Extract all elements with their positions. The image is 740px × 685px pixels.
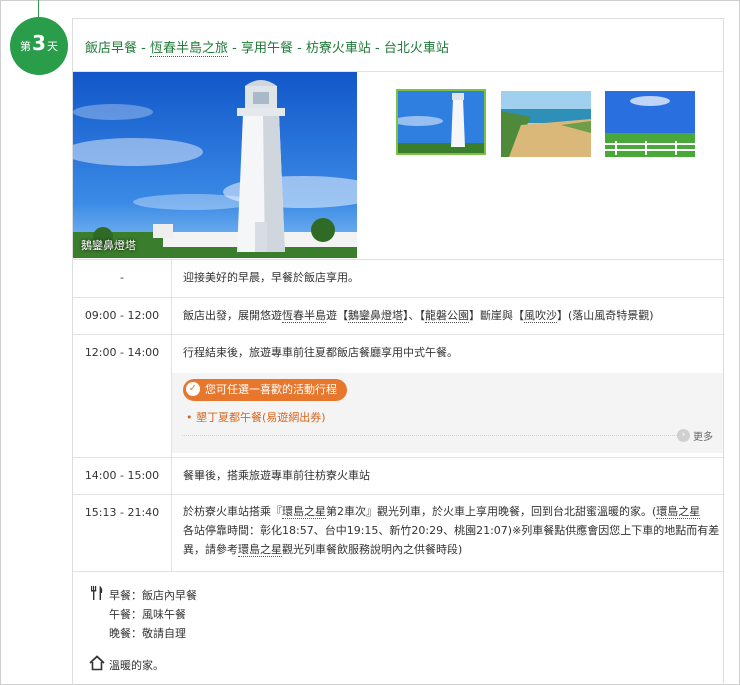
row-time: 14:00 - 15:00 [84,469,160,482]
row-description: 於枋寮火車站搭乘『環島之星第2車次』觀光列車，於火車上享用晚餐，回到台北甜蜜溫暖… [183,502,720,559]
column-divider [171,298,172,335]
desc-text: 】、【 [403,309,425,322]
link-hengchun[interactable]: 恆春半島 [282,309,326,323]
row-description: 行程結束後，旅遊專車前往夏都飯店餐廳享用中式午餐。 [183,346,458,359]
dinner-text: 晚餐：敬請自理 [109,627,186,640]
home-icon [89,655,105,671]
optional-activity-button[interactable]: ✓ 您可任選一喜歡的活動行程 [183,379,347,401]
desc-text: 各站停靠時間：彰化18:57、台中19:15、新竹20:29、桃園21:07)※… [183,524,720,537]
thumbnail-lighthouse[interactable] [396,89,486,155]
column-divider [171,458,172,495]
itinerary-row: 14:00 - 15:00 餐畢後，搭乘旅遊專車前往枋寮火車站 [73,457,723,495]
row-time: 09:00 - 12:00 [84,309,160,322]
link-longpan-park[interactable]: 龍磐公園 [425,309,469,323]
lunch-text: 午餐：風味午餐 [109,608,186,621]
more-link[interactable]: › 更多 [677,428,713,443]
row-description: 迎接美好的早晨，早餐於飯店享用。 [183,271,359,284]
row-description: 餐畢後，搭乘旅遊專車前往枋寮火車站 [183,469,370,482]
chevron-right-icon: › [677,429,690,442]
row-description: 飯店出發，展開悠遊恆春半島遊【鵝鑾鼻燈塔】、【龍磐公園】斷崖與【風吹沙】(落山風… [183,306,713,325]
lodging-text: 溫暖的家。 [109,659,164,672]
more-label: 更多 [693,432,713,443]
title-text-2: - 享用午餐 - 枋寮火車站 - 台北火車站 [227,41,449,56]
desc-text: 飯店出發，展開悠遊 [183,309,282,322]
itinerary-row: 12:00 - 14:00 行程結束後，旅遊專車前往夏都飯店餐廳享用中式午餐。 … [73,334,723,458]
itinerary-row: - 迎接美好的早晨，早餐於飯店享用。 [73,259,723,298]
divider [182,435,683,436]
day-prefix: 第 [20,40,32,53]
desc-text: 於枋寮火車站搭乘『 [183,505,282,518]
timeline-line [38,0,39,18]
link-formosa-star[interactable]: 環島之星 [282,505,326,519]
desc-text: 遊【 [326,309,348,322]
link-formosa-star[interactable]: 環島之星 [656,505,701,519]
column-divider [171,495,172,571]
hero-image[interactable]: 鵝鑾鼻燈塔 [73,72,357,258]
desc-text: 】(落山風奇特景觀) [557,309,654,322]
thumbnail-grassland[interactable] [605,91,695,157]
option-label: 您可任選一喜歡的活動行程 [205,383,337,396]
row-time: 12:00 - 14:00 [84,346,160,359]
title-text-1: 飯店早餐 - [85,41,150,56]
column-divider [171,260,172,298]
check-icon: ✓ [186,382,200,396]
thumbnail-coast[interactable] [501,91,591,157]
link-fengchuisha[interactable]: 風吹沙 [524,309,557,323]
desc-text: 第2車次』觀光列車，於火車上享用晚餐，回到台北甜蜜溫暖的家。( [326,505,657,518]
desc-text: 觀光列車餐飲服務說明內之供餐時段) [282,543,463,556]
link-eluanbi-lighthouse[interactable]: 鵝鑾鼻燈塔 [348,309,403,323]
day-card: 飯店早餐 - 恆春半島之旅 - 享用午餐 - 枋寮火車站 - 台北火車站 鵝鑾鼻… [72,18,724,685]
day-suffix: 天 [46,40,58,53]
fork-knife-icon [91,586,103,600]
breakfast-text: 早餐：飯店內早餐 [109,589,197,602]
desc-text: 】斷崖與【 [469,309,524,322]
day-badge: 第 3 天 [10,17,68,75]
row-time: - [120,271,124,284]
link-formosa-star[interactable]: 環島之星 [238,543,282,557]
day-number: 3 [32,31,46,55]
itinerary-row: 15:13 - 21:40 於枋寮火車站搭乘『環島之星第2車次』觀光列車，於火車… [73,494,723,572]
day-title: 飯店早餐 - 恆春半島之旅 - 享用午餐 - 枋寮火車站 - 台北火車站 [85,37,449,57]
row-time: 15:13 - 21:40 [84,506,160,519]
hero-caption: 鵝鑾鼻燈塔 [81,239,136,252]
optional-activity-box: ✓ 您可任選一喜歡的活動行程 • 墾丁夏都午餐(易遊網出券) › 更多 [172,373,723,453]
itinerary-row: 09:00 - 12:00 飯店出發，展開悠遊恆春半島遊【鵝鑾鼻燈塔】、【龍磐公… [73,297,723,335]
option-item-label: 墾丁夏都午餐(易遊網出券) [196,411,326,424]
option-item[interactable]: • 墾丁夏都午餐(易遊網出券) [186,409,326,425]
title-link-hengchun[interactable]: 恆春半島之旅 [149,41,228,57]
desc-text: 異，請參考 [183,543,238,556]
